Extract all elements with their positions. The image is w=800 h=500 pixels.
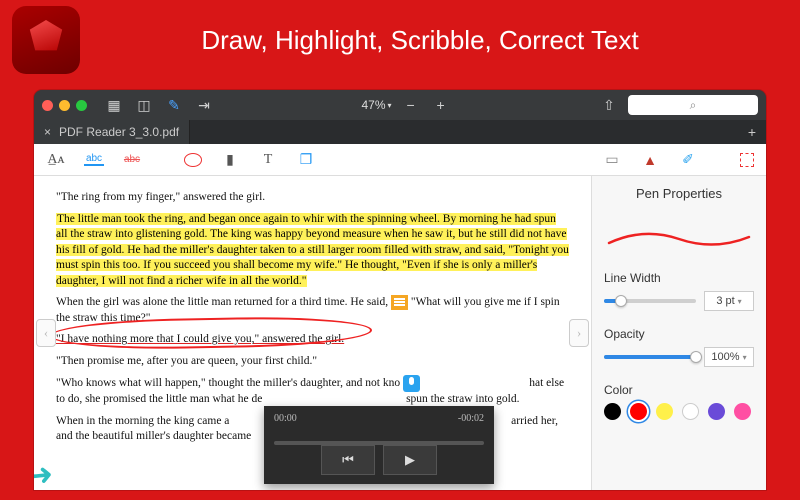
doc-paragraph: "Who knows what will happen," thought th…	[56, 375, 569, 408]
color-swatch[interactable]	[682, 403, 699, 420]
prev-page-button[interactable]: ‹	[36, 319, 56, 347]
minimize-window-button[interactable]	[59, 100, 70, 111]
doc-paragraph: "Then promise me, after you are queen, y…	[56, 354, 569, 370]
bookmark-tool[interactable]: ▮	[220, 151, 240, 168]
annotation-toolbar: A̲ᴀ abc abc ▮ T ❐ ▭ ▲ ✐	[34, 144, 766, 176]
chevron-down-icon: ▾	[388, 101, 392, 110]
color-label: Color	[604, 383, 754, 397]
zoom-level[interactable]: 47% ▾	[361, 98, 391, 112]
audio-remaining: -00:02	[458, 412, 484, 426]
chevron-down-icon: ▾	[738, 297, 742, 306]
window-titlebar: ▦ ◫ ✎ ⇥ 47% ▾ − + ⇧ ⌕	[34, 90, 766, 120]
color-swatch[interactable]	[708, 403, 725, 420]
pen-preview	[604, 225, 754, 253]
doc-paragraph: "The ring from my finger," answered the …	[56, 190, 569, 206]
line-width-value[interactable]: 3 pt▾	[704, 291, 754, 311]
close-window-button[interactable]	[42, 100, 53, 111]
banner-title: Draw, Highlight, Scribble, Correct Text	[40, 25, 800, 56]
doc-paragraph: When the girl was alone the little man r…	[56, 295, 569, 326]
chevron-down-icon: ▾	[743, 353, 747, 362]
sticky-note-annotation[interactable]	[391, 295, 408, 310]
highlight-annotation[interactable]: The little man took the ring, and began …	[56, 213, 569, 287]
line-width-slider[interactable]	[604, 299, 696, 303]
document-tab[interactable]: × PDF Reader 3_3.0.pdf	[34, 120, 190, 144]
app-window: ▦ ◫ ✎ ⇥ 47% ▾ − + ⇧ ⌕ × PDF Reader 3_3.0…	[34, 90, 766, 490]
search-input[interactable]: ⌕	[628, 95, 758, 115]
comment-tool[interactable]: ▭	[602, 151, 622, 168]
sidebar-toggle-button[interactable]: ◫	[133, 94, 155, 116]
search-icon: ⌕	[690, 98, 697, 113]
panel-title: Pen Properties	[604, 186, 754, 201]
color-swatch[interactable]	[630, 403, 647, 420]
audio-elapsed: 00:00	[274, 412, 297, 426]
line-width-label: Line Width	[604, 271, 754, 285]
doc-paragraph: "I have nothing more that I could give y…	[56, 332, 569, 348]
copy-tool[interactable]: ❐	[296, 151, 316, 168]
share-button[interactable]: ⇧	[598, 94, 620, 116]
audio-annotation-icon[interactable]	[403, 375, 420, 392]
properties-panel: Pen Properties Line Width 3 pt▾ Opacity	[591, 176, 766, 490]
next-page-button[interactable]: ›	[569, 319, 589, 347]
highlight-tool[interactable]: abc	[84, 153, 104, 166]
color-swatches	[604, 403, 754, 420]
arrow-annotation[interactable]: ➜	[34, 455, 55, 490]
text-style-tool[interactable]: A̲ᴀ	[46, 152, 66, 168]
document-viewport[interactable]: "The ring from my finger," answered the …	[34, 176, 591, 490]
doc-paragraph: The little man took the ring, and began …	[56, 212, 569, 290]
text-box-tool[interactable]: T	[258, 152, 278, 168]
maximize-window-button[interactable]	[76, 100, 87, 111]
strikethrough-tool[interactable]: abc	[122, 154, 142, 165]
edit-mode-button[interactable]: ✎	[163, 94, 185, 116]
new-tab-button[interactable]: +	[738, 124, 766, 140]
close-tab-button[interactable]: ×	[44, 125, 51, 139]
zoom-value: 47%	[361, 98, 385, 112]
zoom-out-button[interactable]: −	[400, 94, 422, 116]
color-swatch[interactable]	[656, 403, 673, 420]
audio-prev-button[interactable]: ⏮	[321, 445, 375, 475]
audio-play-button[interactable]: ▶	[383, 445, 437, 475]
stamp-tool[interactable]: ▲	[640, 152, 660, 168]
shape-oval-tool[interactable]	[184, 153, 202, 167]
tab-filename: PDF Reader 3_3.0.pdf	[59, 125, 179, 139]
thumbnails-view-button[interactable]: ▦	[103, 94, 125, 116]
underline-annotation[interactable]: "I have nothing more that I could give y…	[56, 333, 344, 345]
app-ruby-icon	[12, 6, 80, 74]
opacity-slider[interactable]	[604, 355, 696, 359]
opacity-value[interactable]: 100%▾	[704, 347, 754, 367]
color-swatch[interactable]	[734, 403, 751, 420]
zoom-in-button[interactable]: +	[430, 94, 452, 116]
selection-tool[interactable]	[740, 153, 754, 167]
opacity-label: Opacity	[604, 327, 754, 341]
color-swatch[interactable]	[604, 403, 621, 420]
freehand-tool[interactable]: ✐	[678, 151, 698, 168]
window-controls	[42, 100, 87, 111]
document-tabstrip: × PDF Reader 3_3.0.pdf +	[34, 120, 766, 144]
promo-banner: Draw, Highlight, Scribble, Correct Text	[0, 0, 800, 80]
export-button[interactable]: ⇥	[193, 94, 215, 116]
audio-player[interactable]: 00:00 -00:02 ⏮ ▶	[264, 406, 494, 484]
